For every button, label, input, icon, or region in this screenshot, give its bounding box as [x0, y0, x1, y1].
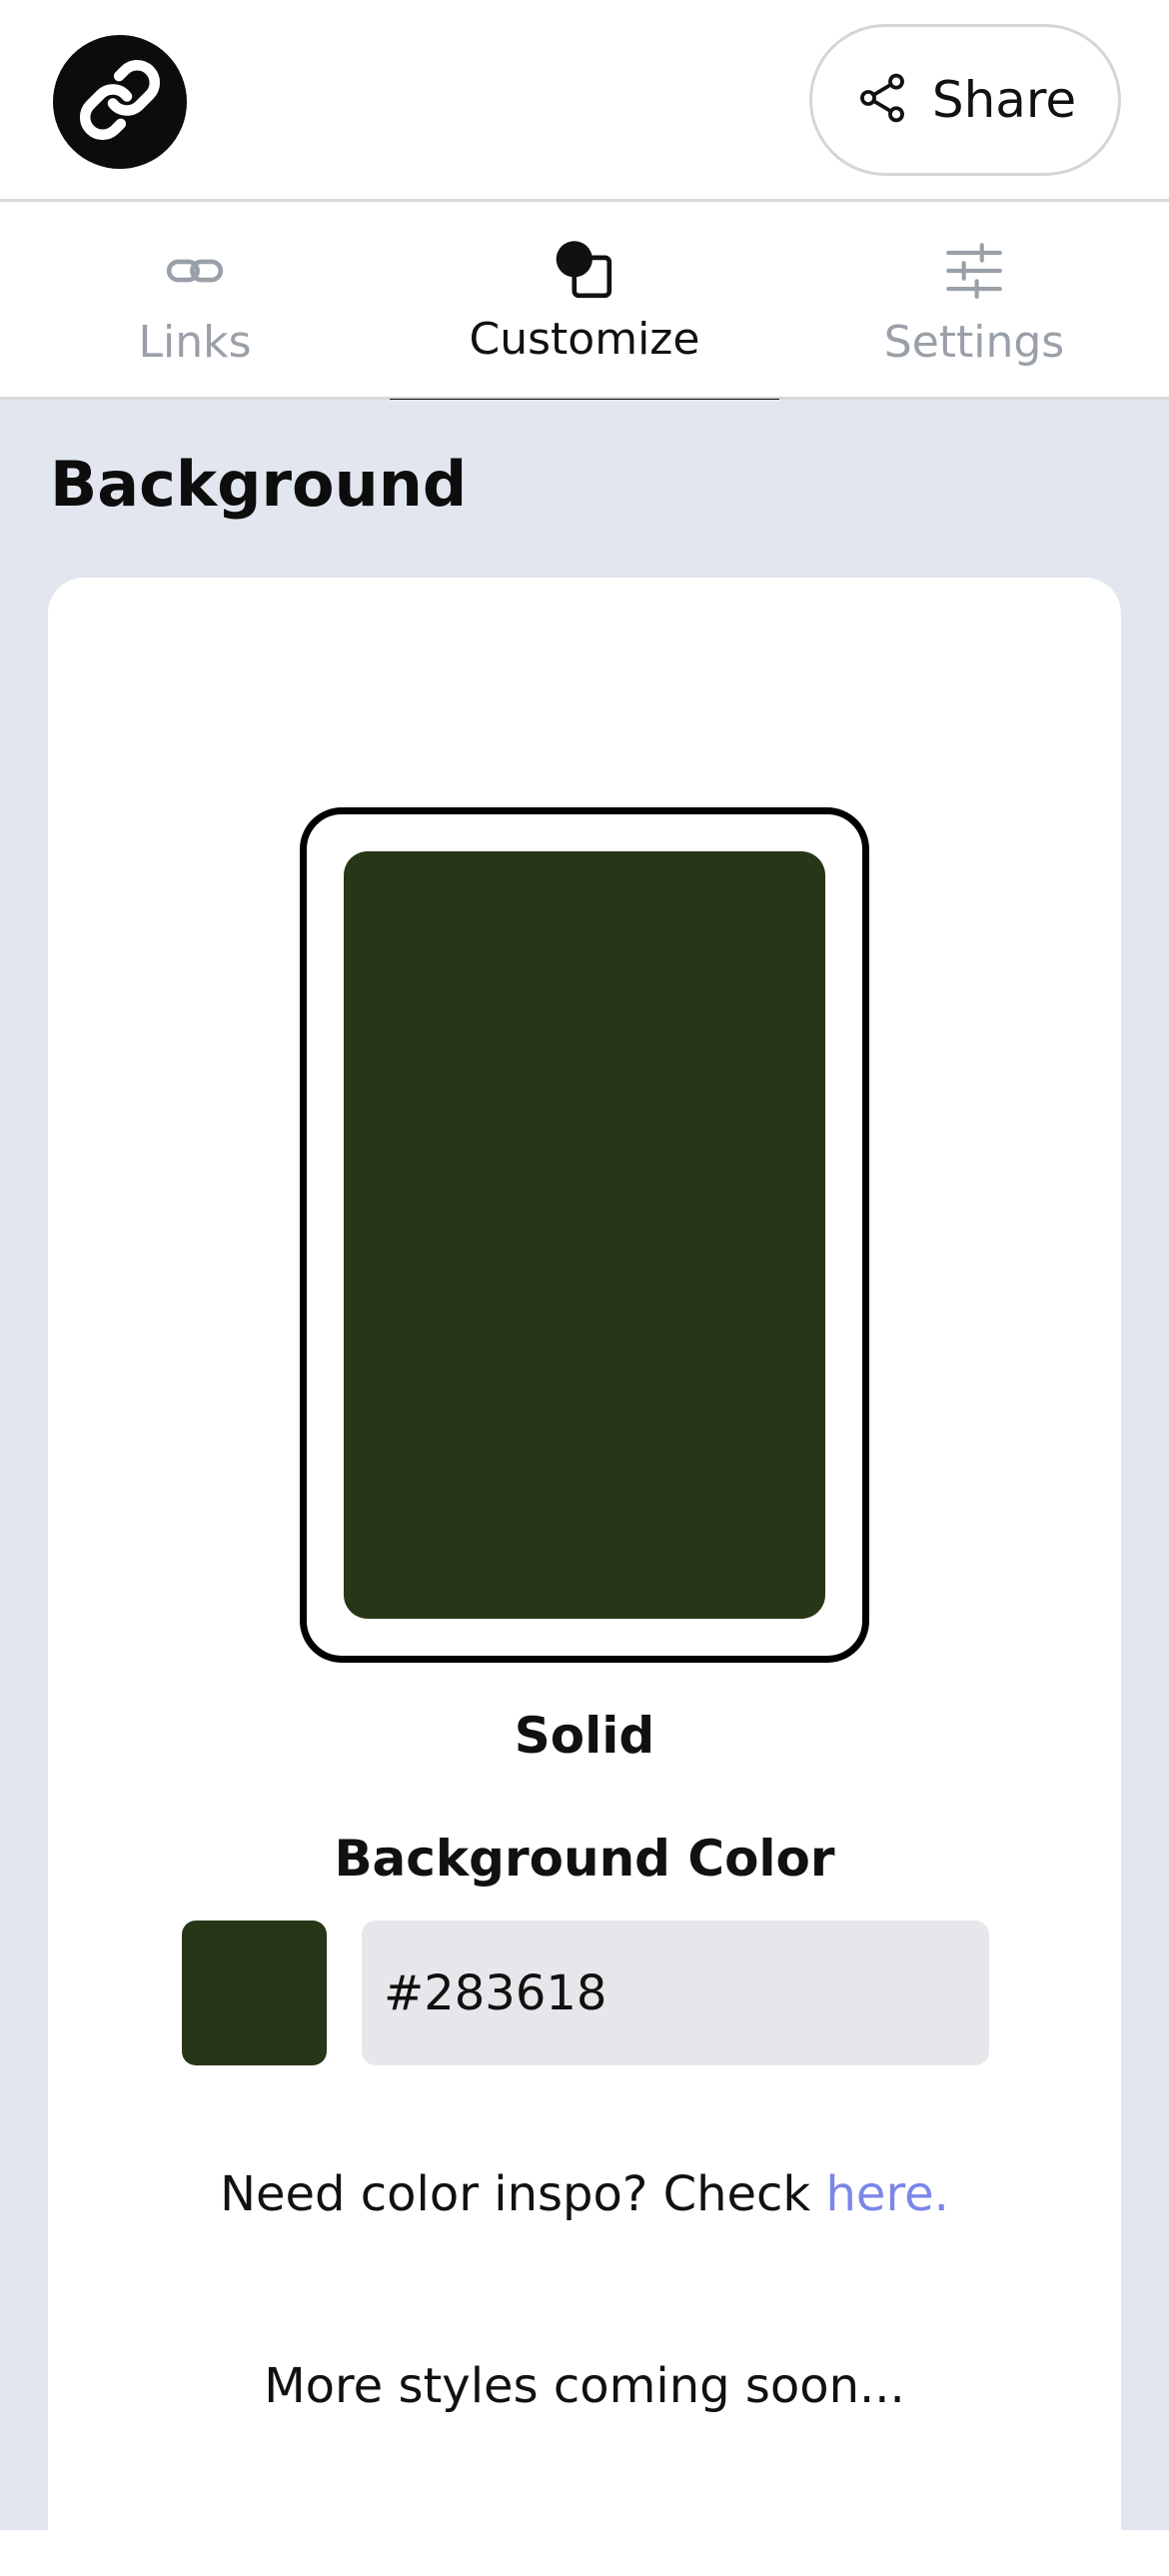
main-content: Background Solid Background Color Need c…: [0, 400, 1169, 2576]
share-button[interactable]: Share: [809, 24, 1121, 176]
background-preview: [344, 851, 825, 1619]
tab-bar: Links Customize Settings: [0, 202, 1169, 403]
color-swatch[interactable]: [182, 1921, 327, 2065]
background-color-heading: Background Color: [334, 1830, 835, 1888]
hex-color-input[interactable]: [362, 1921, 989, 2065]
inspo-text: Need color inspo? Check: [220, 2166, 826, 2222]
tab-customize-label: Customize: [469, 314, 700, 365]
share-label: Share: [931, 71, 1077, 129]
logo[interactable]: [53, 35, 187, 169]
tab-customize[interactable]: Customize: [390, 202, 779, 403]
app-header: Share: [0, 0, 1169, 202]
background-style-option-solid[interactable]: [300, 807, 869, 1663]
tab-settings[interactable]: Settings: [779, 202, 1169, 400]
link-icon: [78, 58, 162, 146]
background-card: Solid Background Color Need color inspo?…: [48, 578, 1121, 2576]
inspo-link[interactable]: here.: [825, 2166, 948, 2222]
share-icon: [854, 70, 910, 130]
sliders-icon: [934, 236, 1014, 306]
tab-settings-label: Settings: [883, 317, 1065, 368]
coming-soon-text: More styles coming soon...: [264, 2358, 905, 2414]
style-label: Solid: [514, 1707, 655, 1765]
tab-links-label: Links: [138, 317, 252, 368]
link-icon: [155, 236, 235, 306]
section-title: Background: [50, 448, 468, 521]
tab-links[interactable]: Links: [0, 202, 390, 400]
color-inspo-text: Need color inspo? Check here.: [48, 2166, 1121, 2222]
palette-icon: [545, 236, 624, 306]
